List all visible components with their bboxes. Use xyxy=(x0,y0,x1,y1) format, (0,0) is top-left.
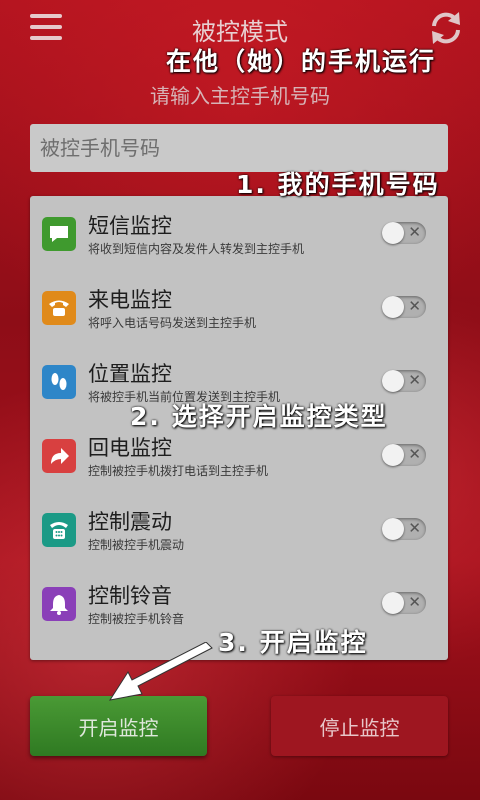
monitor-item-vibrate: 控制震动 控制被控手机震动 ✕ xyxy=(30,492,448,566)
bell-icon xyxy=(42,587,76,621)
monitor-title: 控制震动 xyxy=(88,510,172,534)
monitor-description: 控制被控手机拨打电话到主控手机 xyxy=(88,464,269,478)
monitor-description: 将收到短信内容及发件人转发到主控手机 xyxy=(88,242,305,256)
pointer-arrow-icon xyxy=(108,642,213,701)
annotation-run-on-phone: 在他（她）的手机运行 xyxy=(166,47,437,76)
sms-icon xyxy=(42,217,76,251)
phone-prompt-label: 请输入主控手机号码 xyxy=(150,84,330,108)
start-monitoring-button[interactable]: 开启监控 xyxy=(30,696,207,756)
monitor-item-call: 来电监控 将呼入电话号码发送到主控手机 ✕ xyxy=(30,270,448,344)
monitor-description: 控制被控手机震动 xyxy=(88,538,185,552)
monitor-title: 来电监控 xyxy=(88,288,172,312)
monitor-title: 回电监控 xyxy=(88,436,172,460)
location-monitor-toggle[interactable]: ✕ xyxy=(382,370,426,392)
callback-monitor-toggle[interactable]: ✕ xyxy=(382,444,426,466)
monitor-description: 控制被控手机铃音 xyxy=(88,612,185,626)
ringtone-control-toggle[interactable]: ✕ xyxy=(382,592,426,614)
monitor-title: 位置监控 xyxy=(88,362,172,386)
vibrate-control-toggle[interactable]: ✕ xyxy=(382,518,426,540)
annotation-step-2: 2. 选择开启监控类型 xyxy=(130,402,388,431)
monitor-title: 控制铃音 xyxy=(88,584,172,608)
monitor-description: 将呼入电话号码发送到主控手机 xyxy=(88,316,257,330)
phone-icon xyxy=(42,291,76,325)
footprints-icon xyxy=(42,365,76,399)
vibrate-icon xyxy=(42,513,76,547)
call-monitor-toggle[interactable]: ✕ xyxy=(382,296,426,318)
monitor-item-sms: 短信监控 将收到短信内容及发件人转发到主控手机 ✕ xyxy=(30,196,448,270)
annotation-step-1: 1. 我的手机号码 xyxy=(236,170,440,199)
monitor-title: 短信监控 xyxy=(88,214,172,238)
annotation-step-3: 3. 开启监控 xyxy=(218,628,368,657)
call-back-icon xyxy=(42,439,76,473)
stop-monitoring-button[interactable]: 停止监控 xyxy=(271,696,448,756)
sms-monitor-toggle[interactable]: ✕ xyxy=(382,222,426,244)
